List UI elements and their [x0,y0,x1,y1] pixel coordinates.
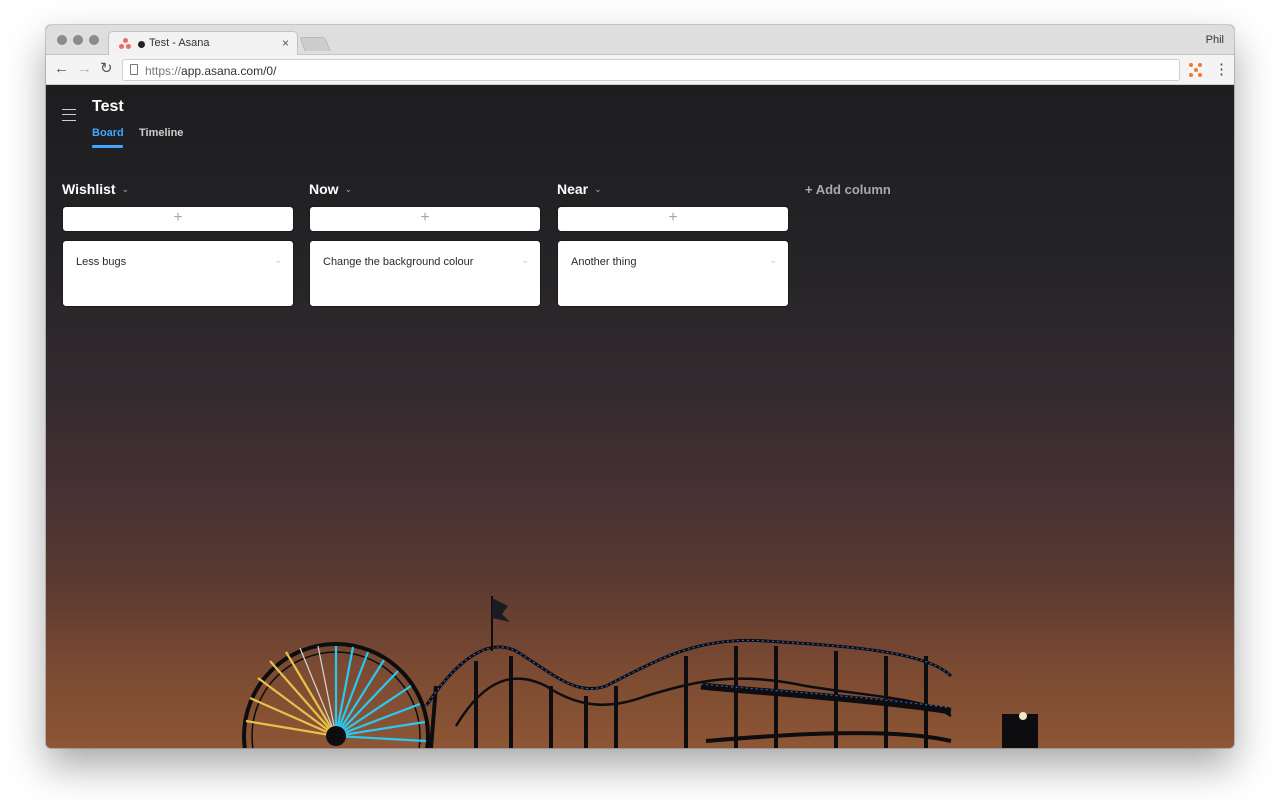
browser-window: Test - Asana × Phil ← → ↻ https://app.as… [46,25,1234,748]
unsaved-dot-icon [138,41,145,48]
board-column-now: Now ⌄ + Change the background colour ⌄ [309,181,541,307]
asana-board-page: Test Board Timeline Wishlist ⌄ + Less bug… [46,86,1234,748]
column-header[interactable]: Near ⌄ [557,181,789,203]
project-title: Test [92,98,124,115]
tab-strip: Test - Asana × Phil [46,25,1234,56]
tab-close-button[interactable]: × [282,36,289,50]
column-title: Wishlist [62,181,116,197]
chevron-down-icon[interactable]: ⌄ [345,184,353,194]
back-button[interactable]: ← [54,59,69,79]
add-task-button[interactable]: + [309,206,541,232]
close-window-button[interactable] [57,35,67,45]
minimize-window-button[interactable] [73,35,83,45]
task-card[interactable]: Change the background colour ⌄ [309,240,541,307]
ferris-wheel [242,642,430,748]
address-bar[interactable]: https://app.asana.com/0/ [122,59,1180,81]
task-title: Change the background colour [323,256,474,268]
new-tab-button[interactable] [299,37,331,51]
page-icon [130,64,138,75]
reload-button[interactable]: ↻ [100,59,113,79]
task-title: Another thing [571,256,637,268]
task-title: Less bugs [76,256,127,268]
url-text[interactable]: https://app.asana.com/0/ [145,64,276,78]
add-task-button[interactable]: + [557,206,789,232]
chevron-down-icon[interactable]: ⌄ [769,255,777,266]
url-host: app.asana.com/0/ [181,64,277,78]
chevron-down-icon[interactable]: ⌄ [521,255,529,266]
tab-board[interactable]: Board [92,127,124,148]
column-title: Now [309,181,339,197]
tab-title: Test - Asana [149,37,210,49]
chevron-down-icon[interactable]: ⌄ [594,184,602,194]
task-card[interactable]: Less bugs ⌄ [62,240,294,307]
chevron-down-icon[interactable]: ⌄ [122,184,130,194]
browser-tab[interactable]: Test - Asana × [108,31,298,56]
asana-logo-icon [119,38,131,49]
add-task-button[interactable]: + [62,206,294,232]
column-title: Near [557,181,589,197]
address-toolbar: ← → ↻ https://app.asana.com/0/ ⋮ [46,55,1234,85]
board-column-wishlist: Wishlist ⌄ + Less bugs ⌄ [62,181,294,307]
browser-menu-button[interactable]: ⋮ [1214,61,1229,79]
hamburger-menu-icon[interactable] [62,109,76,121]
add-column-button[interactable]: + Add column [805,182,891,197]
task-card[interactable]: Another thing ⌄ [557,240,789,307]
profile-name[interactable]: Phil [1206,34,1224,46]
forward-button[interactable]: → [77,59,92,79]
column-header[interactable]: Now ⌄ [309,181,541,203]
column-header[interactable]: Wishlist ⌄ [62,181,294,203]
chevron-down-icon[interactable]: ⌄ [274,255,282,266]
url-scheme: https:// [145,64,182,78]
tab-timeline[interactable]: Timeline [139,127,183,139]
board-column-near: Near ⌄ + Another thing ⌄ [557,181,789,307]
maximize-window-button[interactable] [89,35,99,45]
asana-extension-icon[interactable] [1189,63,1203,77]
